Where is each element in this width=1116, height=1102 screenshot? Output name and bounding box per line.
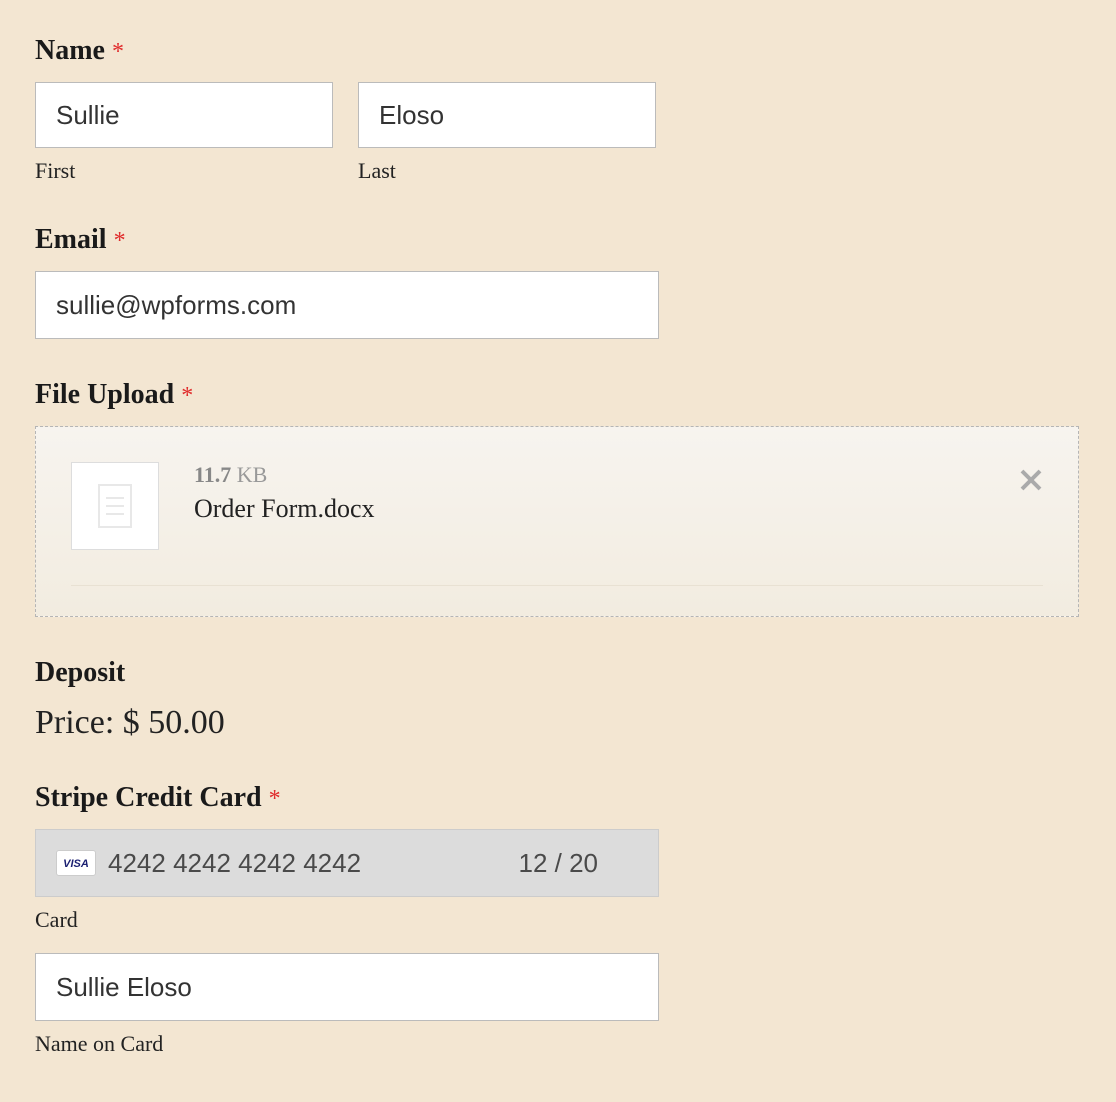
email-field: Email * <box>35 224 1081 339</box>
email-input[interactable] <box>35 271 659 339</box>
first-name-sublabel: First <box>35 158 333 184</box>
name-on-card-sublabel: Name on Card <box>35 1031 1081 1057</box>
required-asterisk: * <box>112 39 124 65</box>
uploaded-file-row: 11.7 KB Order Form.docx <box>71 462 1043 586</box>
file-info: 11.7 KB Order Form.docx <box>194 462 984 524</box>
svg-text:VISA: VISA <box>63 858 89 869</box>
last-name-input[interactable] <box>358 82 656 148</box>
file-upload-field: File Upload * 11.7 KB Order Form.docx <box>35 379 1081 617</box>
file-thumbnail <box>71 462 159 550</box>
document-icon <box>98 484 132 528</box>
file-size: 11.7 KB <box>194 462 984 488</box>
stripe-label-text: Stripe Credit Card <box>35 782 262 813</box>
card-input[interactable]: VISA 4242 4242 4242 4242 12 / 20 <box>35 829 659 897</box>
first-name-input[interactable] <box>35 82 333 148</box>
deposit-label: Deposit <box>35 657 1081 689</box>
deposit-field: Deposit Price: $ 50.00 <box>35 657 1081 742</box>
name-label-text: Name <box>35 35 105 66</box>
email-label: Email * <box>35 224 1081 256</box>
remove-file-button[interactable] <box>1019 462 1043 498</box>
card-number: 4242 4242 4242 4242 <box>108 848 506 879</box>
file-name: Order Form.docx <box>194 494 984 524</box>
card-expiry: 12 / 20 <box>518 848 598 879</box>
last-name-sublabel: Last <box>358 158 656 184</box>
name-label: Name * <box>35 35 1081 67</box>
name-on-card-input[interactable] <box>35 953 659 1021</box>
stripe-label: Stripe Credit Card * <box>35 782 1081 814</box>
card-sublabel: Card <box>35 907 1081 933</box>
required-asterisk: * <box>269 786 281 812</box>
required-asterisk: * <box>114 228 126 254</box>
close-icon <box>1019 468 1043 492</box>
required-asterisk: * <box>181 383 193 409</box>
stripe-field: Stripe Credit Card * VISA 4242 4242 4242… <box>35 782 1081 1057</box>
visa-icon: VISA <box>56 850 96 876</box>
file-upload-label: File Upload * <box>35 379 1081 411</box>
deposit-price: Price: $ 50.00 <box>35 704 1081 742</box>
name-field: Name * First Last <box>35 35 1081 184</box>
email-label-text: Email <box>35 224 107 255</box>
upload-dropzone[interactable]: 11.7 KB Order Form.docx <box>35 426 1079 617</box>
file-upload-label-text: File Upload <box>35 379 174 410</box>
